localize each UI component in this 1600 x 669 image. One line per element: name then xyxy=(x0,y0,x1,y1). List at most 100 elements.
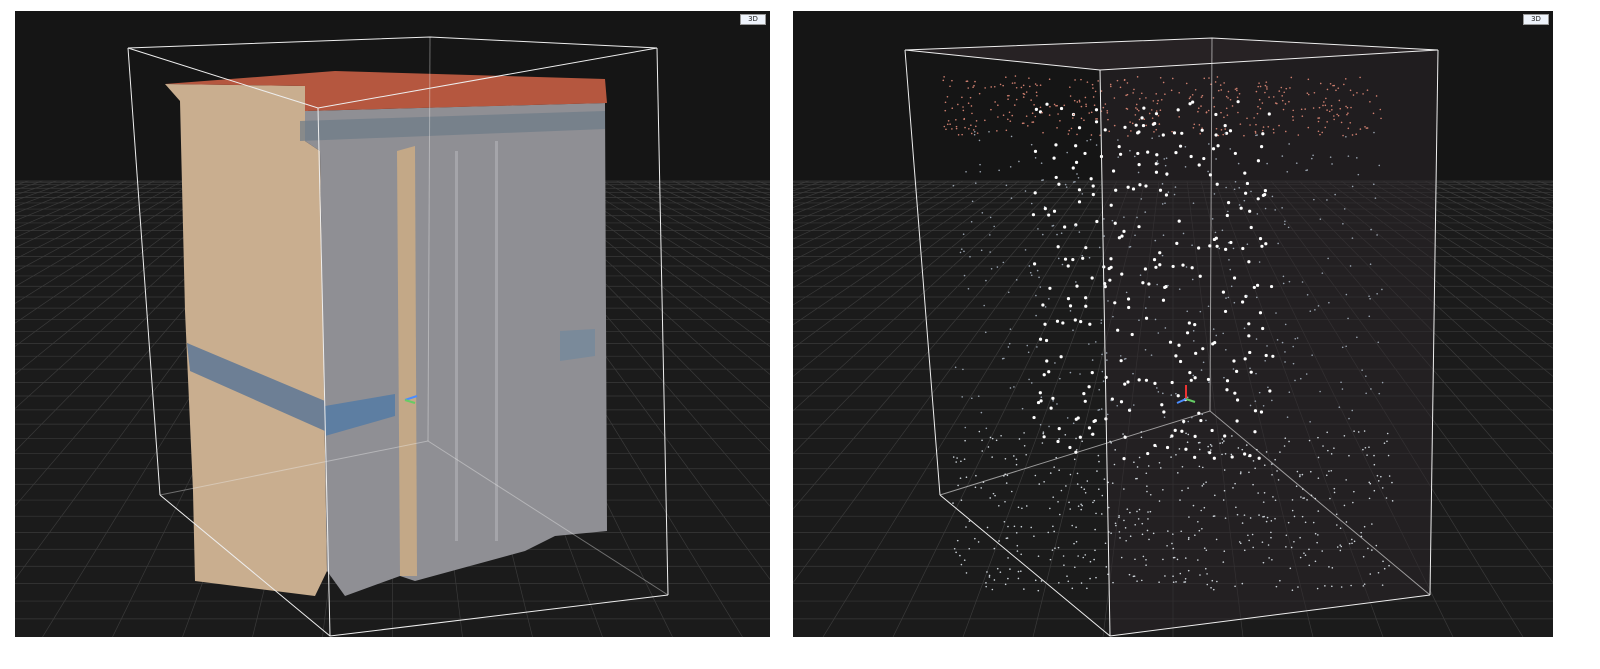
point xyxy=(1317,534,1319,536)
point xyxy=(946,95,949,98)
point xyxy=(1026,344,1029,347)
point xyxy=(974,486,977,489)
point xyxy=(1147,511,1149,513)
grid-line xyxy=(793,180,852,202)
point xyxy=(1033,191,1037,195)
point xyxy=(964,439,966,442)
point xyxy=(947,119,950,122)
point xyxy=(1134,114,1137,116)
point xyxy=(1056,127,1058,129)
point xyxy=(1147,465,1150,467)
view-mode-badge[interactable]: 3D xyxy=(740,14,766,25)
point xyxy=(1137,163,1141,167)
point xyxy=(1291,509,1294,512)
point xyxy=(1086,139,1088,142)
point xyxy=(1239,542,1242,545)
point xyxy=(1223,469,1226,471)
point xyxy=(1345,521,1348,523)
point xyxy=(1073,99,1076,102)
point xyxy=(1259,85,1262,88)
point xyxy=(1386,432,1389,435)
point xyxy=(1154,239,1157,242)
point xyxy=(1259,145,1264,149)
point xyxy=(1091,83,1094,86)
point xyxy=(1287,226,1290,229)
point xyxy=(1301,281,1304,283)
point xyxy=(1083,399,1087,403)
point xyxy=(1197,107,1200,110)
point xyxy=(1297,134,1300,136)
point xyxy=(1153,381,1157,385)
point xyxy=(1200,105,1202,107)
point xyxy=(1144,378,1149,382)
point xyxy=(1142,106,1146,110)
point xyxy=(1146,451,1150,456)
point xyxy=(1362,448,1364,451)
point xyxy=(1032,415,1036,420)
point xyxy=(1002,84,1004,87)
point xyxy=(974,182,977,184)
point xyxy=(997,104,999,107)
point xyxy=(1144,211,1147,213)
point xyxy=(1184,166,1187,168)
point xyxy=(1323,101,1325,103)
point xyxy=(1036,400,1041,405)
point xyxy=(1200,128,1204,132)
point xyxy=(1294,379,1296,382)
point xyxy=(954,366,957,369)
point xyxy=(990,108,992,111)
point xyxy=(961,133,963,136)
point xyxy=(1241,522,1244,524)
point xyxy=(1317,305,1320,307)
point xyxy=(1234,585,1236,588)
point xyxy=(1078,435,1082,439)
point xyxy=(1173,193,1176,196)
point xyxy=(1339,544,1342,546)
point xyxy=(1133,575,1136,577)
point xyxy=(1118,531,1121,533)
point xyxy=(1089,138,1092,141)
point xyxy=(1030,526,1033,529)
point xyxy=(1028,265,1031,267)
point xyxy=(1230,285,1233,288)
point xyxy=(1017,577,1020,580)
point xyxy=(1170,380,1174,385)
point xyxy=(1258,311,1263,315)
point xyxy=(1376,474,1379,477)
point xyxy=(990,267,993,270)
point xyxy=(1177,472,1179,474)
point xyxy=(1129,121,1131,123)
point xyxy=(1109,85,1112,88)
point xyxy=(1117,156,1120,158)
point xyxy=(1144,316,1149,320)
point xyxy=(1080,486,1083,489)
point xyxy=(1271,399,1273,402)
right-scene xyxy=(793,11,1553,637)
point xyxy=(1167,284,1169,287)
point xyxy=(955,461,957,463)
view-mode-badge[interactable]: 3D xyxy=(1523,14,1549,25)
point xyxy=(1085,103,1087,106)
point xyxy=(1156,387,1158,389)
left-3d-viewport[interactable]: 3D xyxy=(15,11,770,637)
point xyxy=(1249,370,1253,374)
point xyxy=(1097,80,1099,82)
point xyxy=(1100,90,1103,92)
point xyxy=(1020,86,1023,89)
point xyxy=(1149,493,1152,496)
point xyxy=(1187,433,1190,436)
point xyxy=(1331,567,1334,569)
point xyxy=(1002,114,1005,117)
point xyxy=(1106,359,1108,361)
point xyxy=(1158,581,1160,584)
point xyxy=(1192,330,1195,332)
point xyxy=(1145,124,1148,127)
point xyxy=(1172,533,1174,535)
point xyxy=(1172,556,1175,559)
point xyxy=(1102,106,1105,109)
point xyxy=(1036,346,1038,348)
point xyxy=(1212,588,1215,591)
point xyxy=(1029,85,1031,88)
right-3d-viewport[interactable]: 3D xyxy=(793,11,1553,637)
point xyxy=(1366,127,1369,129)
